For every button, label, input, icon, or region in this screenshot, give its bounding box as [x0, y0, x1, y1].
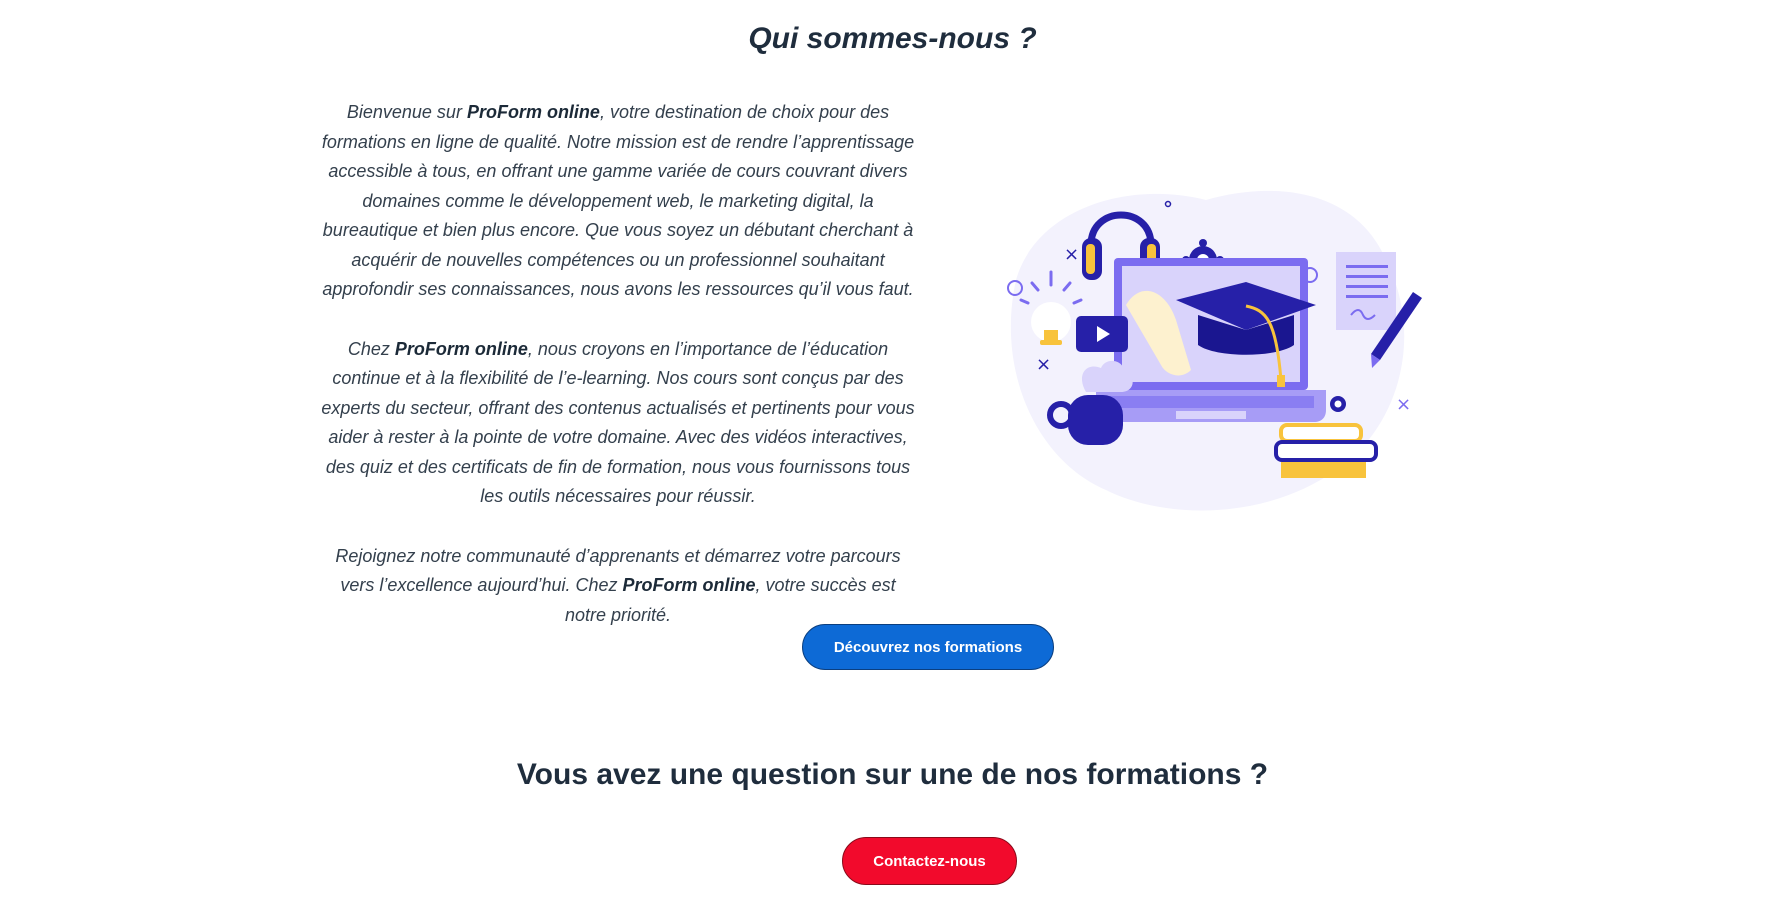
about-page: Qui sommes-nous ? Bienvenue sur ProForm …: [0, 0, 1785, 907]
contact-us-button[interactable]: Contactez-nous: [842, 837, 1017, 885]
cross-mark-icon: ×: [1036, 354, 1051, 375]
p2-pre: Chez: [347, 338, 395, 359]
p1-post: , votre destination de choix pour des fo…: [321, 102, 915, 299]
cross-mark-icon: ×: [1396, 394, 1411, 415]
brand-name: ProForm online: [466, 102, 600, 122]
cross-mark-icon: ×: [1064, 244, 1079, 265]
books-icon: [1274, 423, 1378, 478]
about-paragraph-3: Rejoignez notre communauté d’apprenants …: [318, 542, 918, 631]
p2-post: , nous croyons en l’importance de l’éduc…: [321, 338, 915, 507]
about-title: Qui sommes-nous ?: [748, 22, 1037, 55]
e-learning-illustration: × × ×: [1007, 190, 1422, 511]
about-text: Bienvenue sur ProForm online, votre dest…: [318, 98, 918, 660]
play-icon: [1076, 316, 1128, 352]
brand-name: ProForm online: [622, 575, 756, 595]
discover-courses-button[interactable]: Découvrez nos formations: [802, 624, 1054, 670]
about-paragraph-1: Bienvenue sur ProForm online, votre dest…: [318, 98, 918, 305]
p1-pre: Bienvenue sur: [346, 102, 467, 122]
brand-name: ProForm online: [394, 338, 528, 359]
about-paragraph-2: Chez ProForm online, nous croyons en l’i…: [318, 335, 918, 512]
document-icon: [1336, 252, 1396, 330]
question-title: Vous avez une question sur une de nos fo…: [516, 758, 1269, 791]
small-gear-icon: [1330, 396, 1346, 412]
